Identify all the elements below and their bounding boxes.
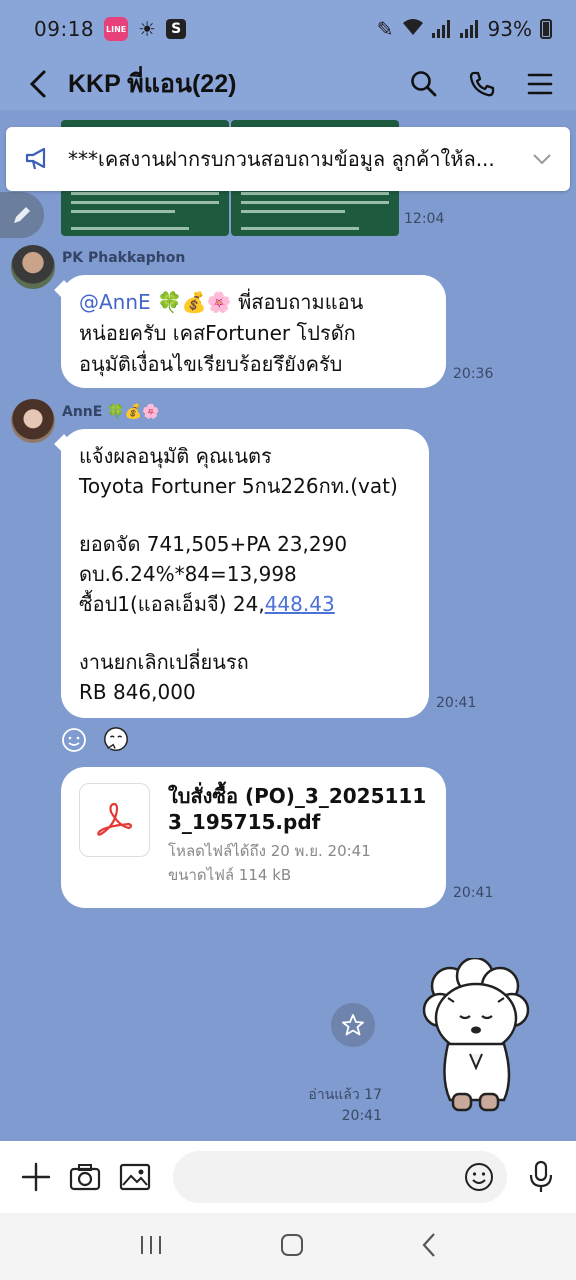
reaction-row [60,726,130,754]
hamburger-menu-icon [527,73,553,95]
message-line: งานยกเลิกเปลี่ยนรถ [79,650,249,674]
message-input[interactable] [173,1151,507,1203]
thinking-face-icon [104,727,128,752]
gallery-button[interactable] [119,1160,151,1194]
camera-button[interactable] [69,1160,101,1194]
add-reaction-button[interactable] [60,726,88,754]
back-chevron-icon [422,1232,436,1257]
plus-icon [21,1162,50,1192]
file-message[interactable]: ใบสั่งซื้อ (PO)_3_20251113_195715.pdf โห… [61,767,446,908]
call-button[interactable] [466,68,498,100]
search-icon [411,71,437,97]
emoji-button[interactable] [463,1161,495,1193]
pen-status-icon: ✎ [376,17,394,41]
pdf-file-icon [79,783,150,857]
system-nav-bar [0,1213,576,1280]
file-expiry: โหลดไฟล์ได้ถึง 20 พ.ย. 20:41 [168,842,371,860]
signal-icon-2 [459,20,480,38]
recent-apps-icon [140,1235,161,1254]
s-app-icon: S [166,19,187,39]
search-button[interactable] [408,68,440,100]
star-icon [342,1014,364,1036]
smiley-icon [465,1163,493,1191]
message-line: ซื้อป1(แอลเอ็มจี) 24,448.43 [79,589,411,619]
file-name: ใบสั่งซื้อ (PO)_3_20251113_195715.pdf [168,784,427,834]
chevron-down-icon [533,154,551,165]
reaction-emoji[interactable] [102,726,130,754]
megaphone-icon [25,147,46,170]
favorite-sticker-button[interactable] [331,1003,375,1047]
avatar-anne[interactable] [11,399,55,443]
phone-link[interactable]: 448.43 [265,592,335,616]
avatar-pk[interactable] [11,245,55,289]
battery-percent: 93% [487,17,532,41]
message-line: Toyota Fortuner 5กน226กท.(vat) [79,474,398,498]
add-button[interactable] [20,1160,51,1194]
mention[interactable]: @AnnE 🍀💰🌸 [79,290,232,314]
message-line: RB 846,000 [79,680,196,704]
message-bubble-2[interactable]: แจ้งผลอนุมัติ คุณเนตร Toyota Fortuner 5ก… [61,429,429,718]
phone-icon [469,71,495,97]
sun-icon: ☀ [138,17,157,41]
message-field-wrapper [169,1151,507,1203]
announcement-text: ***เคสงานฝากรบกวนสอบถามข้อมูล ลูกค้าให้ล… [68,147,495,171]
message-text: พี่สอบถามแอน [231,290,364,314]
camera-icon [69,1164,101,1191]
edit-note-button[interactable] [0,192,44,238]
system-back-button[interactable] [421,1232,437,1262]
microphone-icon [529,1160,552,1192]
sheep-sticker-icon [422,956,530,1112]
wifi-icon [402,17,424,41]
message-line: หน่อยครับ เคสFortuner โปรดัก [79,321,356,345]
back-button[interactable] [20,62,56,106]
home-icon [280,1233,303,1256]
smiley-outline-icon [62,728,86,752]
battery-icon [540,19,552,39]
home-button[interactable] [280,1233,304,1261]
sender-name: PK Phakkaphon [62,250,186,266]
message-text: ซื้อป1(แอลเอ็มจี) 24, [79,592,265,616]
status-bar: 09:18 LINE ☀ S ✎ 93% [0,0,576,58]
announcement-banner[interactable]: ***เคสงานฝากรบกวนสอบถามข้อมูล ลูกค้าให้ล… [6,127,570,191]
sender-name: AnnE 🍀💰🌸 [62,404,160,420]
message-time: 20:41 [453,885,494,901]
app-notification-icon: LINE [104,17,129,41]
recent-apps-button[interactable] [139,1234,163,1260]
message-time: 20:36 [453,366,494,382]
signal-icon-1 [431,20,452,38]
message-line: ดบ.6.24%*84=13,998 [79,562,297,586]
chat-header: KKP พี่แอน(22) [0,58,576,110]
message-input-bar [0,1141,576,1213]
read-receipt: อ่านแล้ว 17 20:41 [308,1085,382,1127]
read-count: อ่านแล้ว 17 [308,1087,382,1103]
message-time: 20:41 [341,1108,382,1124]
message-line: ยอดจัด 741,505+PA 23,290 [79,532,348,556]
message-line: @AnnE 🍀💰🌸 พี่สอบถามแอน [79,287,428,318]
message-line: แจ้งผลอนุมัติ คุณเนตร [79,444,272,468]
sticker-rj-sheep[interactable] [420,956,530,1118]
message-line: อนุมัติเงื่อนไขเรียบร้อยรึยังครับ [79,352,343,376]
message-bubble-1[interactable]: @AnnE 🍀💰🌸 พี่สอบถามแอน หน่อยครับ เคสFort… [61,275,446,388]
pencil-icon [14,207,30,223]
image-time: 12:04 [404,211,445,227]
file-size: ขนาดไฟล์ 114 kB [168,866,292,884]
message-time: 20:41 [436,695,477,711]
menu-button[interactable] [524,68,556,100]
back-arrow-icon [30,70,46,98]
image-icon [119,1163,151,1191]
acrobat-icon [96,802,132,836]
status-time: 09:18 [34,17,95,41]
voice-message-button[interactable] [525,1160,556,1194]
chat-title: KKP พี่แอน(22) [68,70,237,98]
